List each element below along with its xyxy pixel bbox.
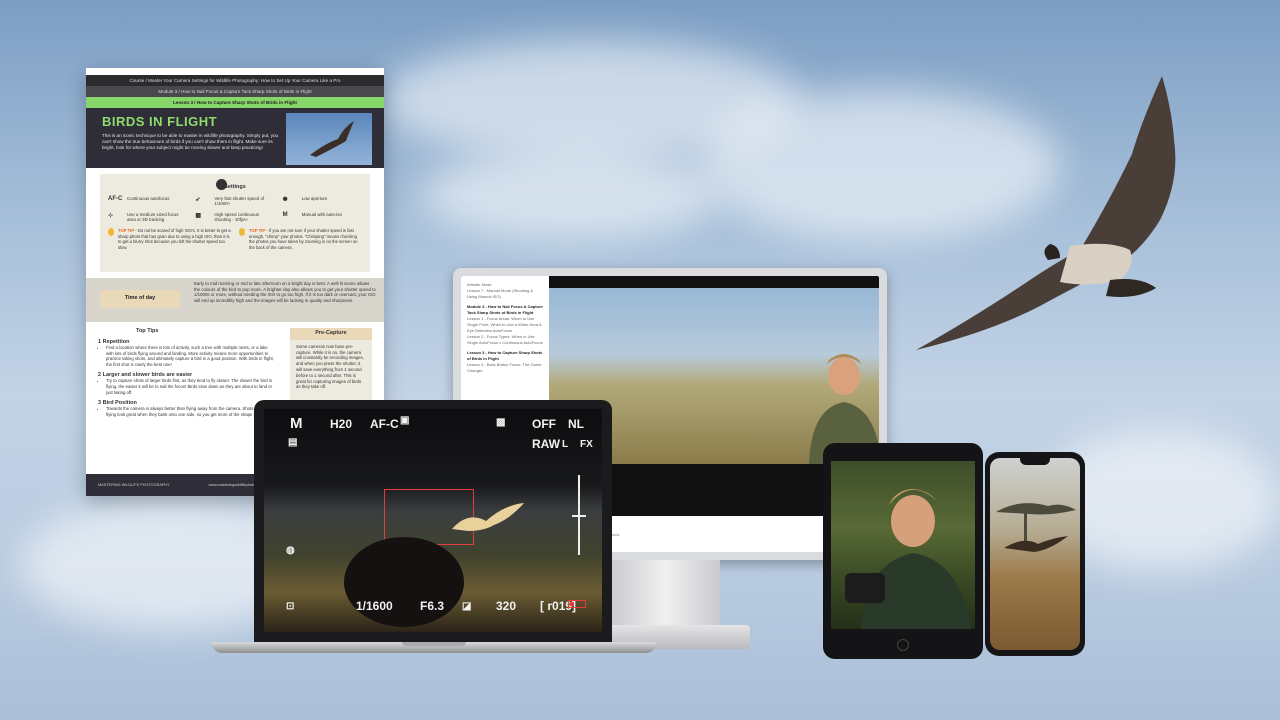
- acacia-tree-icon: [996, 503, 1076, 552]
- settings-panel: Settings AF-C Continuous autofocus ➶ Very …: [100, 174, 370, 272]
- settings-row: AF-C Continuous autofocus ➶ Very fast shut…: [108, 196, 362, 206]
- setting-item: ▦ High speed continuous shooting - 10fps+: [195, 212, 274, 222]
- setting-text: High speed continuous shooting - 10fps+: [214, 212, 259, 222]
- tip-text: Towards the camera is always better than…: [106, 406, 276, 417]
- af-area-icon: ▣: [400, 415, 410, 426]
- breadcrumb-lesson: Lesson 3 / How to Capture Sharp Shots of…: [86, 97, 384, 108]
- setting-item: M Manual with auto-iso: [283, 212, 362, 222]
- vulture-icon: [310, 121, 354, 157]
- tip-text: Find a location where there is lots of a…: [106, 345, 276, 367]
- cheetah-icon: ➶: [195, 197, 201, 203]
- worksheet-hero: BIRDS IN FLIGHT This is an iconic techni…: [86, 108, 384, 168]
- laptop-base: [212, 642, 656, 653]
- setting-text: Continuous autofocus: [127, 196, 170, 201]
- view-icon: ▤: [288, 437, 298, 448]
- setting-item: ✺ Low aperture: [283, 196, 362, 206]
- setting-text: Very fast shutter speed of 1/1000+: [214, 196, 265, 206]
- tablet-screen: [831, 461, 975, 629]
- vulture-icon: [916, 76, 1176, 350]
- sidebar-item[interactable]: Lesson 4 - Back Button Focus: The Game C…: [467, 362, 543, 374]
- pre-capture-text: Some cameras now have pre-capture. While…: [296, 343, 364, 390]
- vibration-icon: ◍: [286, 545, 295, 556]
- shutter-speed: 1/1600: [356, 599, 393, 613]
- time-of-day-panel: Time of day Early to mid morning or mid …: [86, 278, 384, 322]
- phone-notch: [1020, 458, 1050, 465]
- time-of-day-text: Early to mid morning or mid to late afte…: [194, 281, 376, 303]
- top-tip: TOP TIP - Do not be scared of high ISO's…: [108, 228, 231, 250]
- pre-capture-title: Pre-Capture: [290, 328, 372, 340]
- sidebar-item[interactable]: Lesson 7 - Manual Mode (Shooting & Using…: [467, 288, 543, 300]
- picture-control: NL: [568, 417, 584, 431]
- top-tip: TOP TIP - If you are not sure if your sh…: [239, 228, 362, 250]
- setting-item: AF-C Continuous autofocus: [108, 196, 187, 206]
- aperture-icon: ✺: [282, 197, 288, 203]
- phone: [985, 452, 1085, 656]
- image-quality: RAW: [532, 437, 560, 451]
- image-area: FX: [580, 439, 593, 450]
- sidebar-item-active[interactable]: Lesson 3 - How to Capture Sharp Shots of…: [467, 350, 543, 362]
- settings-title: Settings: [224, 184, 246, 190]
- iso-flag: OFF: [532, 417, 556, 431]
- gear-icon: [216, 179, 227, 190]
- auto-iso-icon: M: [282, 212, 288, 218]
- setting-text: Low aperture: [301, 196, 328, 201]
- phone-screen: [990, 458, 1080, 650]
- intro-text: This is an iconic technique to be able t…: [102, 133, 279, 150]
- iso-value: 320: [496, 599, 517, 613]
- k-icon: ▩: [496, 417, 506, 428]
- focus-area-icon: ⊹: [108, 213, 114, 219]
- elephant-silhouette: [344, 537, 464, 627]
- egret-icon: [452, 503, 524, 531]
- camera-viewfinder: M H20 AF-C ▣ ▩ OFF NL RAW L FX ▤ ◍ ⊡ 1/1…: [264, 409, 602, 632]
- sidebar-module-heading[interactable]: Module 3 - How to Nail Focus & Capture T…: [467, 304, 543, 316]
- af-mode: AF-C: [370, 417, 399, 431]
- settings-tips: TOP TIP - Do not be scared of high ISO's…: [108, 228, 362, 250]
- time-of-day-label: Time of day: [100, 290, 180, 308]
- tip-text: Try to capture shots of larger birds fir…: [106, 378, 276, 395]
- breadcrumb-course: Course / Master Your Camera Settings for…: [86, 75, 384, 86]
- breadcrumb-module: Module 3 / How to Nail Focus & Capture T…: [86, 86, 384, 97]
- presenter-figure: [845, 489, 971, 629]
- cloud: [420, 150, 720, 240]
- setting-text: Use a medium sized focus area or 3D trac…: [127, 212, 179, 222]
- tablet: [823, 443, 983, 659]
- settings-row: ⊹ Use a medium sized focus area or 3D tra…: [108, 212, 362, 222]
- sidebar-item[interactable]: Lesson 1 - Focus Areas: When to Use Sing…: [467, 316, 543, 334]
- image-size: L: [562, 439, 569, 450]
- drive-mode: H20: [330, 417, 353, 431]
- metering-icon: ⊡: [286, 601, 295, 612]
- setting-code: AF-C: [108, 196, 123, 202]
- burst-icon: ▦: [195, 213, 201, 219]
- exposure-indicator: [572, 515, 586, 517]
- monitor-stand: [610, 560, 720, 628]
- home-button[interactable]: [897, 639, 909, 651]
- laptop: M H20 AF-C ▣ ▩ OFF NL RAW L FX ▤ ◍ ⊡ 1/1…: [254, 400, 612, 644]
- setting-item: ➶ Very fast shutter speed of 1/1000+: [195, 196, 274, 206]
- setting-item: ⊹ Use a medium sized focus area or 3D tra…: [108, 212, 187, 222]
- setting-text: Manual with auto-iso: [301, 212, 342, 217]
- exposure-comp-icon: ◪: [462, 601, 472, 612]
- battery-icon: [568, 600, 586, 608]
- shooting-mode: M: [290, 415, 303, 432]
- bird-thumbnail: [286, 113, 372, 165]
- footer-brand: MASTERING WILDLIFE PHOTOGRAPHY: [98, 483, 170, 487]
- sidebar-item[interactable]: Lesson 2 - Focus Types: When to Use Sing…: [467, 334, 543, 346]
- aperture-value: F6.3: [420, 599, 445, 613]
